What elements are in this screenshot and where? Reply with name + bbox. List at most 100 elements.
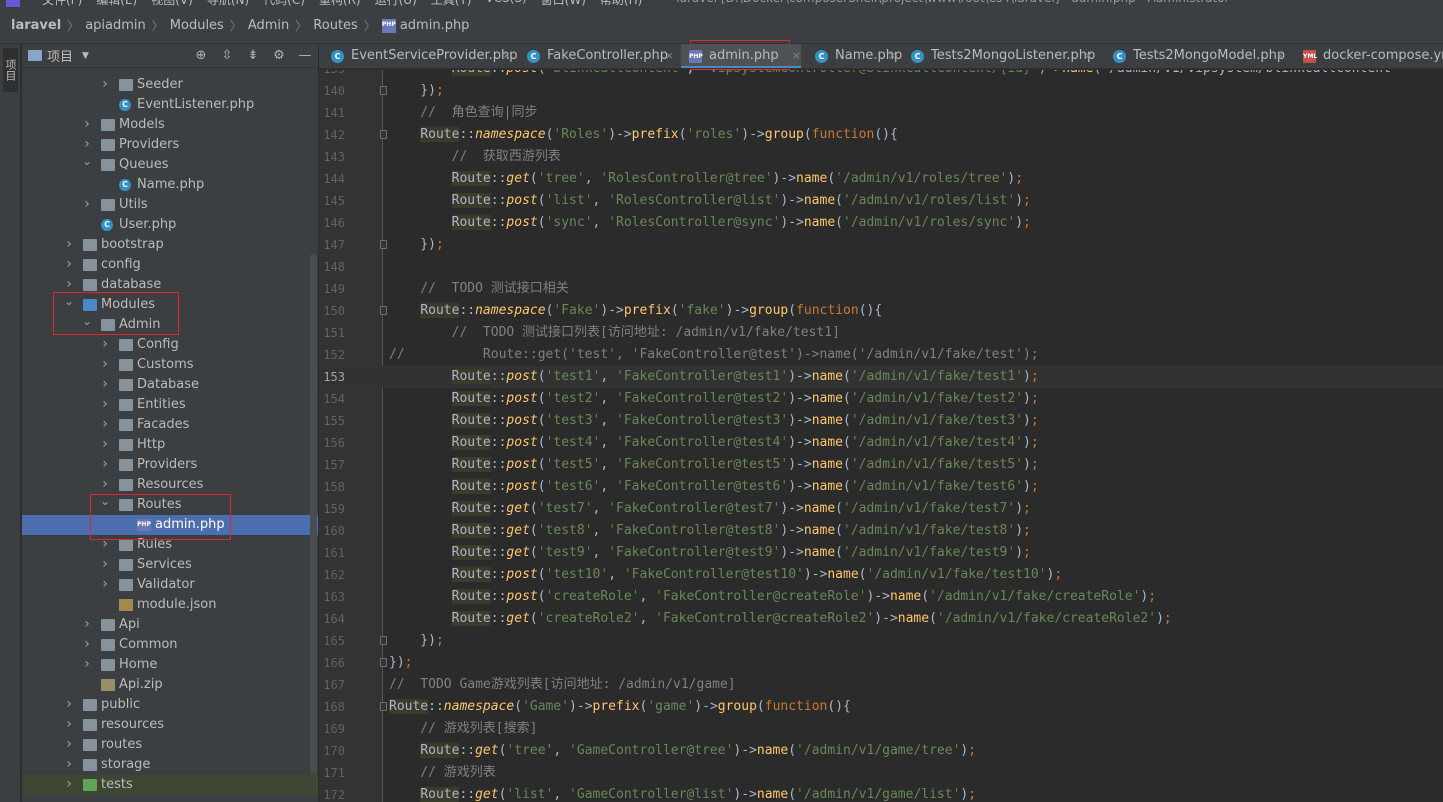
- menu-item[interactable]: 编辑(E): [96, 0, 137, 8]
- chevron-down-icon[interactable]: ▼: [82, 51, 89, 61]
- code-line[interactable]: 171 // 游戏列表: [319, 762, 1443, 784]
- code-line[interactable]: 156 Route::post('test4', 'FakeController…: [319, 432, 1443, 454]
- code-line[interactable]: 167 // TODO Game游戏列表[访问地址: /admin/v1/game…: [319, 674, 1443, 696]
- tree-item-resources[interactable]: › Resources: [22, 475, 318, 495]
- tree-item-config[interactable]: › config: [22, 255, 318, 275]
- code-line[interactable]: 163 Route::post('createRole', 'FakeContr…: [319, 586, 1443, 608]
- code-line[interactable]: 140 });: [319, 80, 1443, 102]
- code-line[interactable]: 143 // 获取西游列表: [319, 146, 1443, 168]
- breadcrumb-item[interactable]: laravel: [11, 18, 61, 33]
- tree-item-entities[interactable]: › Entities: [22, 395, 318, 415]
- menu-item[interactable]: 代码(C): [263, 0, 305, 8]
- code-editor[interactable]: 139 Route::post('blinkcallContent', 'Vip…: [319, 70, 1443, 802]
- tree-item-seeder[interactable]: › Seeder: [22, 75, 318, 95]
- code-line[interactable]: 146 Route::post('sync', 'RolesController…: [319, 212, 1443, 234]
- fold-icon[interactable]: [380, 86, 387, 95]
- code-line[interactable]: 141 // 角色查询|同步: [319, 102, 1443, 124]
- gear-icon[interactable]: ⚙: [270, 47, 288, 65]
- chevron-right-icon[interactable]: ›: [100, 554, 110, 574]
- tree-item-config[interactable]: › Config: [22, 335, 318, 355]
- chevron-right-icon[interactable]: ›: [64, 234, 74, 254]
- code-line[interactable]: 160 Route::get('test8', 'FakeController@…: [319, 520, 1443, 542]
- breadcrumb-item[interactable]: Modules: [170, 18, 224, 33]
- code-line[interactable]: 164 Route::get('createRole2', 'FakeContr…: [319, 608, 1443, 630]
- fold-icon[interactable]: [380, 240, 387, 249]
- code-line[interactable]: 148: [319, 256, 1443, 278]
- tree-item-api[interactable]: › Api: [22, 615, 318, 635]
- chevron-right-icon[interactable]: ›: [82, 194, 92, 214]
- code-line[interactable]: 170 Route::get('tree', 'GameController@t…: [319, 740, 1443, 762]
- code-line[interactable]: 144 Route::get('tree', 'RolesController@…: [319, 168, 1443, 190]
- tree-item-module-json[interactable]: module.json: [22, 595, 318, 615]
- tree-item-public[interactable]: › public: [22, 695, 318, 715]
- tab-name-php[interactable]: C Name.php ×: [807, 44, 902, 68]
- tree-item-api-zip[interactable]: Api.zip: [22, 675, 318, 695]
- breadcrumb-item[interactable]: apiadmin: [85, 18, 146, 33]
- project-panel-title[interactable]: 项目: [47, 46, 73, 65]
- code-line[interactable]: 157 Route::post('test5', 'FakeController…: [319, 454, 1443, 476]
- fold-icon[interactable]: [380, 636, 387, 645]
- chevron-right-icon[interactable]: ›: [100, 414, 110, 434]
- code-line[interactable]: 169 // 游戏列表[搜索]: [319, 718, 1443, 740]
- close-icon[interactable]: ×: [502, 44, 511, 68]
- tree-item-user-php[interactable]: C User.php: [22, 215, 318, 235]
- tree-item-providers[interactable]: › Providers: [22, 135, 318, 155]
- tree-item-name-php[interactable]: C Name.php: [22, 175, 318, 195]
- close-icon[interactable]: ×: [1276, 44, 1285, 68]
- code-line[interactable]: 168 Route::namespace('Game')->prefix('gam…: [319, 696, 1443, 718]
- tree-scrollbar[interactable]: [310, 254, 317, 774]
- expand-all-icon[interactable]: ⇳: [218, 47, 236, 65]
- chevron-right-icon[interactable]: ›: [82, 614, 92, 634]
- breadcrumb-item[interactable]: Admin: [248, 18, 289, 33]
- tab-tests2mongomodel-php[interactable]: C Tests2MongoModel.php ×: [1105, 44, 1285, 68]
- code-line[interactable]: 162 Route::post('test10', 'FakeControlle…: [319, 564, 1443, 586]
- chevron-right-icon[interactable]: ›: [82, 654, 92, 674]
- code-line[interactable]: 154 Route::post('test2', 'FakeController…: [319, 388, 1443, 410]
- minimize-icon[interactable]: —: [296, 47, 314, 65]
- code-line[interactable]: 147 });: [319, 234, 1443, 256]
- tree-item-services[interactable]: › Services: [22, 555, 318, 575]
- chevron-right-icon[interactable]: ›: [100, 354, 110, 374]
- code-line[interactable]: 151 // TODO 测试接口列表[访问地址: /admin/v1/fake/…: [319, 322, 1443, 344]
- tree-item-routes[interactable]: › routes: [22, 735, 318, 755]
- fold-icon[interactable]: [380, 306, 387, 315]
- chevron-right-icon[interactable]: ›: [100, 334, 110, 354]
- tab-tests2mongolistener-php[interactable]: C Tests2MongoListener.php ×: [903, 44, 1095, 68]
- project-tool-tab[interactable]: 项目: [3, 48, 18, 92]
- locate-icon[interactable]: ⊕: [192, 47, 210, 65]
- chevron-right-icon[interactable]: ›: [82, 634, 92, 654]
- chevron-right-icon[interactable]: ›: [100, 74, 110, 94]
- menu-item[interactable]: 窗口(W): [541, 0, 586, 8]
- tree-item-tests[interactable]: › tests: [22, 775, 318, 795]
- chevron-right-icon[interactable]: ›: [64, 714, 74, 734]
- tree-item-queues[interactable]: ⌄ Queues: [22, 154, 318, 175]
- chevron-right-icon[interactable]: ›: [100, 434, 110, 454]
- code-line[interactable]: 153 Route::post('test1', 'FakeController…: [319, 366, 1443, 388]
- code-line[interactable]: 142 Route::namespace('Roles')->prefix('r…: [319, 124, 1443, 146]
- tree-item-providers[interactable]: › Providers: [22, 455, 318, 475]
- menu-item[interactable]: 工具(T): [431, 0, 472, 8]
- tree-item-resources[interactable]: › resources: [22, 715, 318, 735]
- tree-item-utils[interactable]: › Utils: [22, 195, 318, 215]
- tree-item-validator[interactable]: › Validator: [22, 575, 318, 595]
- code-line[interactable]: 150 Route::namespace('Fake')->prefix('fa…: [319, 300, 1443, 322]
- tree-item-common[interactable]: › Common: [22, 635, 318, 655]
- code-line[interactable]: 152 // Route::get('test', 'FakeController…: [319, 344, 1443, 366]
- tree-item-customs[interactable]: › Customs: [22, 355, 318, 375]
- fold-icon[interactable]: [380, 658, 387, 667]
- code-line[interactable]: 165 });: [319, 630, 1443, 652]
- tab-eventserviceprovider-php[interactable]: C EventServiceProvider.php ×: [323, 44, 518, 68]
- menu-item[interactable]: VCS(S): [485, 0, 526, 8]
- code-line[interactable]: 145 Route::post('list', 'RolesController…: [319, 190, 1443, 212]
- chevron-right-icon[interactable]: ›: [100, 394, 110, 414]
- fold-icon[interactable]: [380, 130, 387, 139]
- fold-icon[interactable]: [380, 702, 387, 711]
- code-line[interactable]: 149 // TODO 测试接口相关: [319, 278, 1443, 300]
- close-icon[interactable]: ×: [792, 44, 801, 68]
- breadcrumb-item[interactable]: Routes: [313, 18, 358, 33]
- close-icon[interactable]: ×: [888, 44, 897, 68]
- tree-item-models[interactable]: › Models: [22, 115, 318, 135]
- chevron-right-icon[interactable]: ›: [64, 774, 74, 794]
- tree-item-eventlistener-php[interactable]: C EventListener.php: [22, 95, 318, 115]
- close-icon[interactable]: ×: [665, 44, 674, 68]
